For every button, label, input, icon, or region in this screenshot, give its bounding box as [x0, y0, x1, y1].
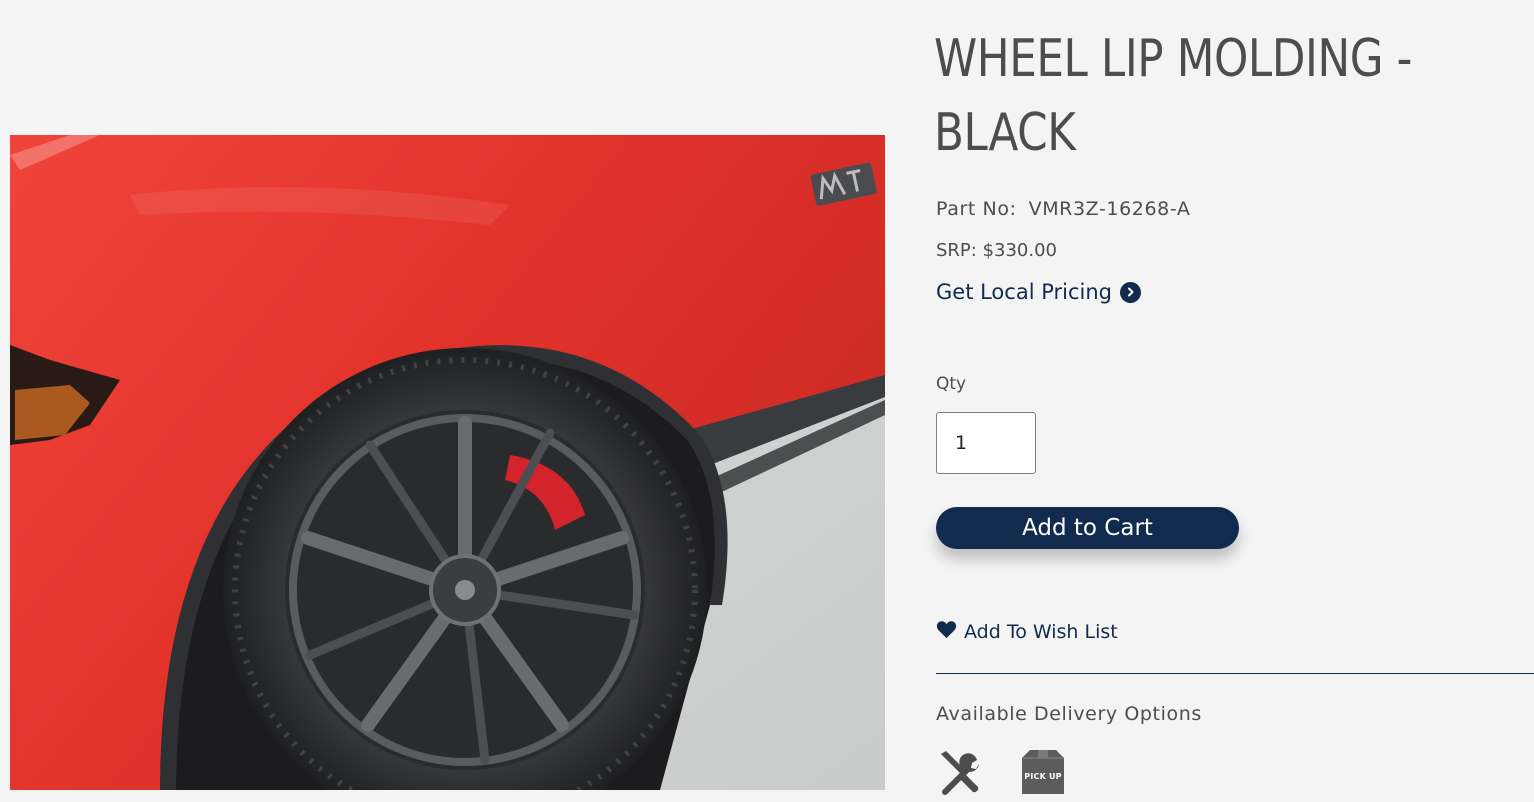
delivery-options-heading: Available Delivery Options: [936, 703, 1202, 725]
part-number-row: Part No: VMR3Z-16268-A: [936, 198, 1191, 220]
pickup-box-icon: PICK UP: [1020, 748, 1066, 796]
product-title: WHEEL LIP MOLDING - BLACK: [934, 29, 1413, 163]
qty-label: Qty: [936, 374, 967, 394]
heart-icon: [936, 620, 957, 644]
car-wheel-photo: [10, 135, 885, 790]
pickup-label: PICK UP: [1024, 772, 1062, 781]
qty-input[interactable]: [936, 412, 1036, 474]
add-to-cart-button[interactable]: Add to Cart: [936, 507, 1239, 549]
get-local-pricing-link[interactable]: Get Local Pricing: [936, 280, 1141, 304]
get-local-pricing-label: Get Local Pricing: [936, 280, 1112, 304]
chevron-right-circle-icon: [1120, 281, 1141, 303]
install-tools-icon: [936, 748, 986, 802]
part-number-label: Part No:: [936, 198, 1017, 220]
delivery-options-list: PICK UP: [936, 748, 1066, 802]
wish-list-label: Add To Wish List: [964, 621, 1118, 643]
srp-price: SRP: $330.00: [936, 240, 1058, 261]
add-to-wish-list-link[interactable]: Add To Wish List: [936, 620, 1118, 644]
product-image[interactable]: [10, 135, 885, 790]
section-divider: [936, 673, 1534, 674]
part-number-value: VMR3Z-16268-A: [1028, 198, 1191, 220]
